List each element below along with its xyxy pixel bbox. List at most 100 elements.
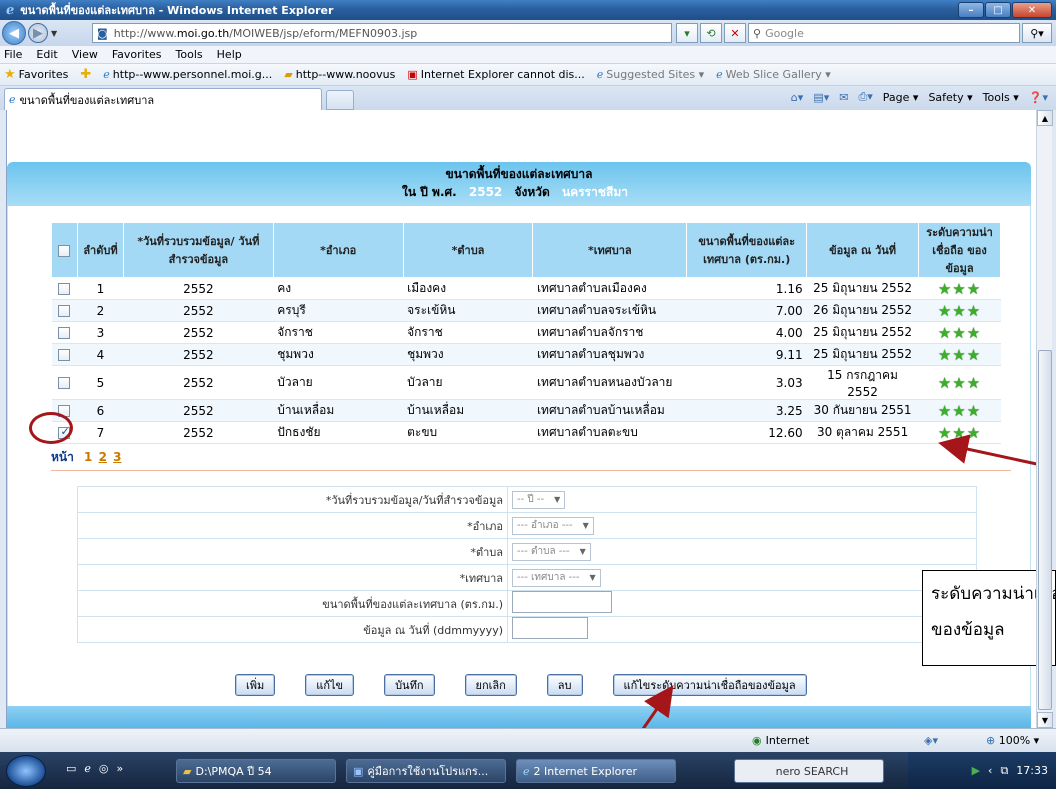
security-zone[interactable]: ◉ Internet	[752, 734, 809, 747]
cell-amphoe: บัวลาย	[273, 365, 404, 400]
vertical-scrollbar[interactable]: ▲ ▼	[1036, 110, 1053, 728]
scroll-down-icon[interactable]: ▼	[1037, 712, 1053, 728]
select-all-checkbox[interactable]	[58, 244, 71, 257]
tray-chevron-icon[interactable]: ‹	[988, 764, 992, 777]
search-placeholder: Google	[765, 26, 804, 40]
cell-no: 6	[77, 399, 124, 422]
page-link-3[interactable]: 3	[113, 450, 121, 464]
taskbar-label: D:\PMQA ปี 54	[195, 765, 272, 778]
year-label: ใน ปี พ.ศ.	[402, 185, 457, 199]
ie-page-icon: ℯ	[716, 68, 723, 81]
search-button[interactable]: ⚲▾	[1022, 23, 1052, 43]
year-select[interactable]: -- ปี -- ▼	[512, 490, 566, 509]
close-button[interactable]: ✕	[1012, 2, 1052, 18]
taskbar-item-ie[interactable]: ℯ2 Internet Explorer	[516, 759, 676, 783]
stop-icon[interactable]: ✕	[724, 23, 746, 43]
delete-button[interactable]: ลบ	[546, 674, 583, 696]
taskbar-item-folder[interactable]: ▰ D:\PMQA ปี 54	[176, 759, 336, 783]
tools-menu[interactable]: Tools ▾	[983, 91, 1019, 104]
row-checkbox[interactable]	[58, 349, 71, 361]
reliability-stars-icon: ★★★	[937, 423, 982, 442]
tambon-select[interactable]: --- ตำบล --- ▼	[512, 542, 591, 561]
clock[interactable]: 17:33	[1016, 764, 1048, 777]
row-checkbox[interactable]	[58, 283, 71, 295]
forward-arrow-icon[interactable]: ▶	[28, 23, 48, 43]
address-dropdown-icon[interactable]: ▾	[676, 23, 698, 43]
page-footer-band	[7, 706, 1031, 728]
zone-label: Internet	[765, 734, 810, 747]
menu-tools[interactable]: Tools	[176, 48, 203, 61]
menu-favorites[interactable]: Favorites	[112, 48, 162, 61]
divider	[51, 470, 1011, 471]
page-subtitle: ใน ปี พ.ศ. 2552 จังหวัด นครราชสีมา	[7, 183, 1031, 202]
tray-app-icon[interactable]: ▶	[972, 764, 980, 777]
favorite-link-noovus[interactable]: ▰ http--www.noovus	[284, 68, 395, 81]
taskbar-label: 2 Internet Explorer	[533, 764, 637, 778]
web-slice-gallery-link[interactable]: ℯ Web Slice Gallery ▾	[716, 68, 831, 81]
save-button[interactable]: บันทึก	[384, 674, 435, 696]
refresh-icon[interactable]: ⟲	[700, 23, 722, 43]
mail-icon[interactable]: ✉	[839, 91, 848, 104]
maximize-button[interactable]: □	[985, 2, 1011, 18]
menu-view[interactable]: View	[72, 48, 98, 61]
scroll-thumb[interactable]	[1038, 350, 1052, 710]
row-checkbox[interactable]	[58, 305, 71, 317]
page-menu[interactable]: Page ▾	[883, 91, 919, 104]
col-reliability: ระดับความน่าเชื่อถือ ของข้อมูล	[918, 222, 1001, 278]
scroll-up-icon[interactable]: ▲	[1037, 110, 1053, 126]
row-checkbox[interactable]	[58, 327, 71, 339]
cancel-button[interactable]: ยกเลิก	[464, 674, 517, 696]
address-bar[interactable]: ◙ http://www. moi.go.th/MOIWEB/jsp/eform/…	[92, 23, 672, 43]
minimize-button[interactable]: –	[958, 2, 984, 18]
page-header-band: ขนาดพื้นที่ของแต่ละเทศบาล ใน ปี พ.ศ. 255…	[7, 162, 1031, 206]
nero-search-box[interactable]: nero SEARCH	[734, 759, 884, 783]
edit-reliability-button[interactable]: แก้ไขระดับความน่าเชื่อถือของข้อมูล	[612, 674, 807, 696]
favorite-link-ie-error[interactable]: ▣ Internet Explorer cannot dis...	[407, 68, 584, 81]
row-checkbox[interactable]	[58, 377, 71, 389]
cell-area: 4.00	[686, 321, 807, 344]
municipality-select[interactable]: --- เทศบาล --- ▼	[512, 568, 601, 587]
add-button[interactable]: เพิ่ม	[235, 674, 276, 696]
suggested-sites-link[interactable]: ℯ Suggested Sites ▾	[597, 68, 704, 81]
network-icon[interactable]: ⧉	[1000, 764, 1008, 778]
safety-menu[interactable]: Safety ▾	[928, 91, 972, 104]
quick-launch[interactable]: ▭ℯ◎»	[66, 762, 131, 775]
tab-active-page[interactable]: ℯ ขนาดพื้นที่ของแต่ละเทศบาล	[4, 88, 322, 110]
window-title: ขนาดพื้นที่ของแต่ละเทศบาล - Windows Inte…	[20, 4, 334, 17]
window-title-bar[interactable]: ℯ ขนาดพื้นที่ของแต่ละเทศบาล - Windows In…	[0, 0, 1056, 20]
cell-date: 2552	[123, 399, 274, 422]
feeds-icon[interactable]: ▤▾	[813, 91, 829, 104]
menu-file[interactable]: File	[4, 48, 22, 61]
page-link-1[interactable]: 1	[84, 450, 92, 464]
cell-municipality: เทศบาลตำบลเมืองคง	[532, 277, 687, 300]
area-input[interactable]	[512, 591, 612, 613]
favorite-label: Internet Explorer cannot dis...	[420, 68, 585, 81]
menu-help[interactable]: Help	[217, 48, 242, 61]
favorites-bar: ★ Favorites ✚ ℯ http--www.personnel.moi.g.…	[0, 64, 1056, 86]
reliability-stars-icon: ★★★	[937, 345, 982, 364]
back-arrow-icon[interactable]: ◀	[2, 21, 26, 45]
favorites-button[interactable]: ★ Favorites	[4, 67, 68, 82]
edit-button[interactable]: แก้ไข	[305, 674, 355, 696]
protected-mode-icon[interactable]: ◈▾	[924, 734, 938, 747]
cell-municipality: เทศบาลตำบลชุมพวง	[532, 343, 687, 366]
favorite-link-personnel[interactable]: ℯ http--www.personnel.moi.g...	[103, 68, 272, 81]
help-icon[interactable]: ❓▾	[1029, 91, 1048, 104]
cell-amphoe: ปักธงชัย	[273, 421, 404, 444]
amphoe-select[interactable]: --- อำเภอ --- ▼	[512, 516, 594, 535]
menu-edit[interactable]: Edit	[36, 48, 57, 61]
cell-no: 5	[77, 365, 124, 400]
home-icon[interactable]: ⌂▾	[791, 91, 804, 104]
search-input[interactable]: ⚲ Google	[748, 23, 1020, 43]
asof-date-input[interactable]	[512, 617, 588, 639]
start-button[interactable]	[6, 755, 46, 787]
new-tab-button[interactable]	[326, 90, 354, 110]
page-link-2[interactable]: 2	[99, 450, 107, 464]
taskbar-item-document[interactable]: ▣ คู่มือการใช้งานโปรแกร...	[346, 759, 506, 783]
cell-date: 2552	[123, 365, 274, 400]
zoom-control[interactable]: ⊕ 100% ▾	[986, 734, 1039, 747]
callout-line-2: ของข้อมูล	[931, 620, 1005, 640]
print-icon[interactable]: ⎙▾	[858, 90, 872, 104]
add-favorite-icon[interactable]: ✚	[80, 67, 91, 82]
history-dropdown-icon[interactable]: ▼	[51, 29, 57, 38]
